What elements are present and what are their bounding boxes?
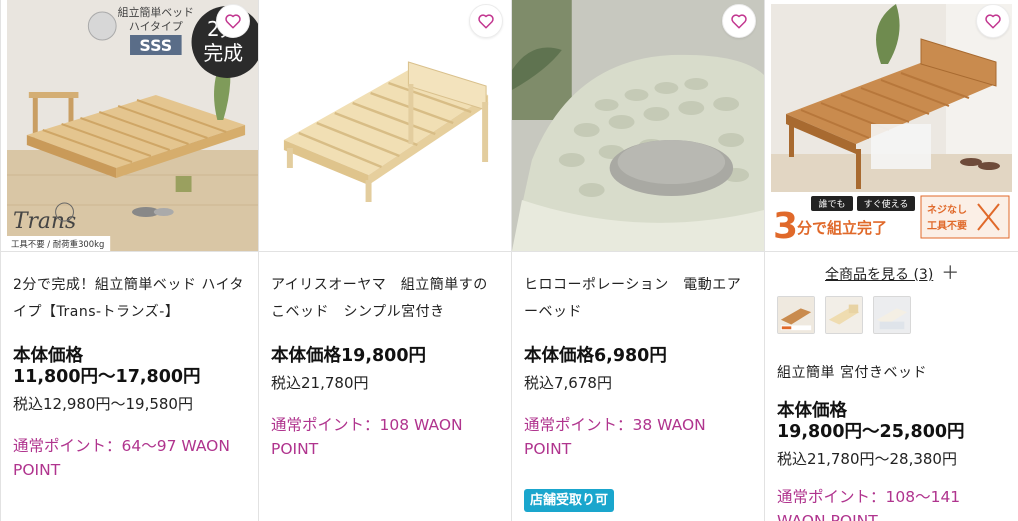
image-text: 分で組立完了 <box>797 219 887 237</box>
divider <box>765 251 1018 252</box>
image-text: ハイタイプ <box>129 20 183 33</box>
store-pickup-badge: 店舗受取り可 <box>524 489 615 512</box>
product-grid: 組立簡単ベッド ハイタイプ SSS 2分 完成 Trans 工具不要 / 耐荷重… <box>0 0 1018 521</box>
product-title[interactable]: 2分で完成！組立簡単ベッド ハイタイプ【Trans-トランズ-】 <box>13 272 248 326</box>
product-points: 通常ポイント：38 WAON POINT <box>524 416 706 458</box>
product-image[interactable]: 誰でも すぐ使える 3 分で組立完了 ネジなし 工具不要 <box>771 4 1012 244</box>
product-price: 本体価格19,800円 <box>271 346 427 366</box>
product-image[interactable]: 組立簡単ベッド ハイタイプ SSS 2分 完成 Trans 工具不要 / 耐荷重… <box>7 0 258 251</box>
heart-outline-icon <box>225 14 241 29</box>
product-info: ヒロコーポレーション 電動エアーベッド 本体価格6,980円 税込7,678円 … <box>524 272 754 461</box>
product-points: 通常ポイント：108 WAON POINT <box>271 416 463 458</box>
favorite-button[interactable] <box>469 4 503 38</box>
heart-outline-icon <box>478 14 494 29</box>
heart-outline-icon <box>985 14 1001 29</box>
variant-thumbnail[interactable] <box>873 296 911 334</box>
favorite-button[interactable] <box>976 4 1010 38</box>
product-title[interactable]: ヒロコーポレーション 電動エアーベッド <box>524 272 754 326</box>
product-info: 2分で完成！組立簡単ベッド ハイタイプ【Trans-トランズ-】 本体価格 11… <box>13 272 248 482</box>
variant-thumbnail[interactable] <box>825 296 863 334</box>
heart-outline-icon <box>731 14 747 29</box>
product-card[interactable]: ヒロコーポレーション 電動エアーベッド 本体価格6,980円 税込7,678円 … <box>512 0 765 521</box>
product-title[interactable]: アイリスオーヤマ 組立簡単すのこベッド シンプル宮付き <box>271 272 501 326</box>
product-card[interactable]: 誰でも すぐ使える 3 分で組立完了 ネジなし 工具不要 全商品を見る (3) … <box>765 0 1018 521</box>
image-text: 3 <box>773 206 798 244</box>
product-info: アイリスオーヤマ 組立簡単すのこベッド シンプル宮付き 本体価格19,800円 … <box>271 272 501 461</box>
see-all-link[interactable]: 全商品を見る (3) <box>825 264 933 284</box>
brand-logo: Trans <box>13 209 76 234</box>
product-card[interactable]: 組立簡単ベッド ハイタイプ SSS 2分 完成 Trans 工具不要 / 耐荷重… <box>0 0 259 521</box>
divider <box>259 251 511 252</box>
product-tax-price: 税込7,678円 <box>524 374 612 392</box>
product-tax-price: 税込21,780円〜28,380円 <box>777 450 957 468</box>
divider <box>512 251 764 252</box>
product-points: 通常ポイント：108〜141 WAON POINT <box>777 488 961 521</box>
product-card[interactable]: アイリスオーヤマ 組立簡単すのこベッド シンプル宮付き 本体価格19,800円 … <box>259 0 512 521</box>
variant-thumbnails <box>777 296 911 334</box>
divider <box>1 251 258 252</box>
image-text: 誰でも <box>818 198 845 210</box>
product-price: 本体価格 19,800円〜25,800円 <box>777 401 965 442</box>
product-info: 組立簡単 宮付きベッド 本体価格 19,800円〜25,800円 税込21,78… <box>777 360 1008 521</box>
product-image[interactable] <box>259 0 511 251</box>
favorite-button[interactable] <box>722 4 756 38</box>
image-text: SSS <box>139 36 172 55</box>
see-all-products[interactable]: 全商品を見る (3) ＋ <box>825 264 959 284</box>
image-text: 工具不要 / 耐荷重300kg <box>11 239 104 249</box>
variant-thumbnail[interactable] <box>777 296 815 334</box>
product-price: 本体価格 11,800円〜17,800円 <box>13 346 201 387</box>
product-tax-price: 税込12,980円〜19,580円 <box>13 395 193 413</box>
image-text: 組立簡単ベッド <box>118 5 194 19</box>
product-title[interactable]: 組立簡単 宮付きベッド <box>777 360 1008 387</box>
plus-icon[interactable]: ＋ <box>941 265 959 283</box>
image-text: すぐ使える <box>864 198 909 210</box>
product-tax-price: 税込21,780円 <box>271 374 369 392</box>
image-text: 完成 <box>203 42 243 65</box>
product-price: 本体価格6,980円 <box>524 346 667 366</box>
image-text: ネジなし <box>927 204 967 216</box>
product-points: 通常ポイント：64〜97 WAON POINT <box>13 437 230 479</box>
image-text: 工具不要 <box>927 220 967 232</box>
favorite-button[interactable] <box>216 4 250 38</box>
product-image[interactable] <box>512 0 764 251</box>
